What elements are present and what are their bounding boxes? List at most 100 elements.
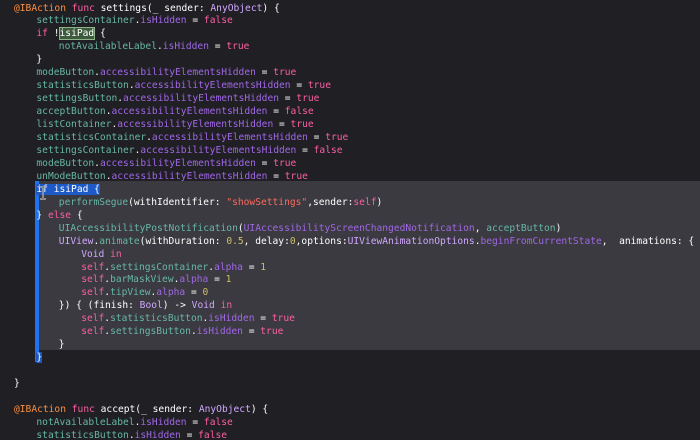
- code-token: isHidden: [134, 429, 181, 440]
- code-token: Bool: [139, 300, 163, 312]
- code-token: accept(: [94, 403, 142, 415]
- code-token: =: [185, 287, 203, 299]
- code-line[interactable]: self.barMaskView.alpha = 1: [0, 273, 700, 286]
- code-token: if: [36, 28, 48, 40]
- code-line[interactable]: @IBAction func settings(_ sender: AnyObj…: [0, 2, 700, 15]
- code-token: false: [203, 15, 233, 27]
- code-line[interactable]: listContainer.accessibilityElementsHidde…: [0, 118, 700, 131]
- code-token: settingsButton: [36, 93, 118, 105]
- code-token: notAvailableLabel: [58, 41, 157, 53]
- code-token: alpha: [179, 274, 209, 286]
- code-line[interactable]: settingsButton.accessibilityElementsHidd…: [0, 92, 700, 105]
- code-line[interactable]: UIView.animate(withDuration: 0.5, delay:…: [0, 235, 700, 248]
- code-line[interactable]: [0, 390, 700, 403]
- code-token: true: [307, 80, 331, 92]
- code-token: AnyObject: [198, 403, 251, 415]
- code-line[interactable]: settingsContainer.isHidden = false: [0, 14, 700, 27]
- code-token: false: [203, 416, 233, 428]
- code-line[interactable]: self.settingsContainer.alpha = 1: [0, 261, 700, 274]
- code-line[interactable]: }) { (finish: Bool) -> Void in: [0, 299, 700, 312]
- code-line[interactable]: acceptButton.accessibilityElementsHidden…: [0, 105, 700, 118]
- code-token: =: [186, 15, 204, 27]
- code-token: accessibilityElementsHidden: [123, 93, 279, 105]
- code-token: settings(: [94, 2, 153, 14]
- code-token: (withIdentifier:: [128, 196, 227, 208]
- code-line[interactable]: notAvailableLabel.isHidden = true: [0, 40, 700, 53]
- code-token: =: [290, 80, 308, 92]
- code-line[interactable]: [0, 364, 700, 377]
- code-token: UIViewAnimationOptions: [347, 235, 475, 247]
- code-line[interactable]: } else {: [0, 209, 700, 222]
- code-token: Void: [191, 300, 215, 312]
- code-token: statisticsButton: [36, 429, 129, 440]
- code-token: false: [313, 144, 343, 156]
- code-token: { (finish:: [70, 300, 140, 312]
- code-line[interactable]: statisticsButton.accessibilityElementsHi…: [0, 79, 700, 92]
- code-token: =: [279, 93, 297, 105]
- code-token: true: [273, 157, 297, 169]
- code-line[interactable]: }: [0, 377, 700, 390]
- code-token: ,sender:: [307, 196, 354, 208]
- code-token: self: [81, 326, 105, 338]
- code-token: ,options:: [295, 235, 348, 247]
- code-token: AnyObject: [210, 2, 263, 14]
- code-token: =: [208, 274, 226, 286]
- code-line[interactable]: if isiPad {: [0, 183, 700, 196]
- code-line[interactable]: }: [0, 338, 700, 351]
- code-token: in: [220, 300, 233, 312]
- code-line[interactable]: Void in: [0, 248, 700, 261]
- code-token: self: [81, 287, 105, 299]
- code-token: modeButton: [36, 157, 95, 169]
- code-token: ,: [474, 222, 487, 234]
- code-line[interactable]: performSegue(withIdentifier: "showSettin…: [0, 196, 700, 209]
- code-editor[interactable]: @IBAction func settings(_ sender: AnyObj…: [0, 0, 700, 440]
- code-token: sender:: [146, 403, 199, 415]
- code-line[interactable]: @IBAction func accept(_ sender: AnyObjec…: [0, 403, 700, 416]
- code-line[interactable]: }: [0, 53, 700, 66]
- code-line[interactable]: }: [0, 351, 700, 364]
- code-line[interactable]: notAvailableLabel.isHidden = false: [0, 416, 700, 429]
- code-token: =: [307, 132, 326, 143]
- code-token: isHidden: [140, 15, 187, 27]
- code-line[interactable]: if !isiPad {: [0, 27, 700, 41]
- code-token: sender:: [158, 2, 211, 14]
- code-line[interactable]: unModeButton.accessibilityElementsHidden…: [0, 170, 700, 183]
- code-token: accessibilityElementsHidden: [111, 106, 268, 118]
- code-token: isHidden: [208, 313, 255, 325]
- code-token: modeButton: [36, 67, 95, 79]
- code-line[interactable]: statisticsContainer.accessibilityElement…: [0, 131, 700, 144]
- code-token: }: [58, 339, 65, 351]
- code-line[interactable]: settingsContainer.accessibilityElementsH…: [0, 144, 700, 157]
- code-line[interactable]: modeButton.accessibilityElementsHidden =…: [0, 157, 700, 170]
- code-line[interactable]: UIAccessibilityPostNotification(UIAccess…: [0, 222, 700, 235]
- code-token: ): [376, 196, 383, 208]
- code-token: }: [14, 378, 20, 390]
- code-line[interactable]: self.statisticsButton.isHidden = true: [0, 312, 700, 325]
- code-token: , animations: { () ->: [601, 235, 700, 247]
- code-line[interactable]: self.settingsButton.isHidden = true: [0, 325, 700, 338]
- code-token: true: [290, 119, 314, 131]
- code-line[interactable]: modeButton.accessibilityElementsHidden =…: [0, 66, 700, 79]
- code-token: 0: [202, 287, 209, 299]
- code-token: true: [226, 41, 250, 53]
- code-line[interactable]: self.tipView.alpha = 0: [0, 286, 700, 299]
- code-token: animate: [99, 235, 140, 247]
- code-token: }: [36, 352, 43, 364]
- code-token: settingsContainer: [36, 144, 135, 156]
- code-token: in: [110, 248, 122, 260]
- code-token: =: [186, 416, 204, 428]
- code-token: statisticsButton: [110, 313, 203, 325]
- code-token: =: [296, 144, 314, 156]
- code-token: true: [271, 313, 295, 325]
- code-token: statisticsButton: [36, 80, 129, 92]
- code-token: =: [255, 157, 274, 169]
- code-token: =: [209, 41, 227, 53]
- code-token: {: [71, 209, 83, 221]
- code-token: func: [71, 403, 95, 415]
- code-line[interactable]: statisticsButton.isHidden = false: [0, 429, 700, 440]
- code-token: true: [325, 132, 349, 143]
- code-token: 0.5: [226, 235, 244, 247]
- code-token: accessibilityElementsHidden: [99, 67, 256, 79]
- code-token: accessibilityElementsHidden: [134, 80, 291, 92]
- code-token: accessibilityElementsHidden: [99, 157, 256, 169]
